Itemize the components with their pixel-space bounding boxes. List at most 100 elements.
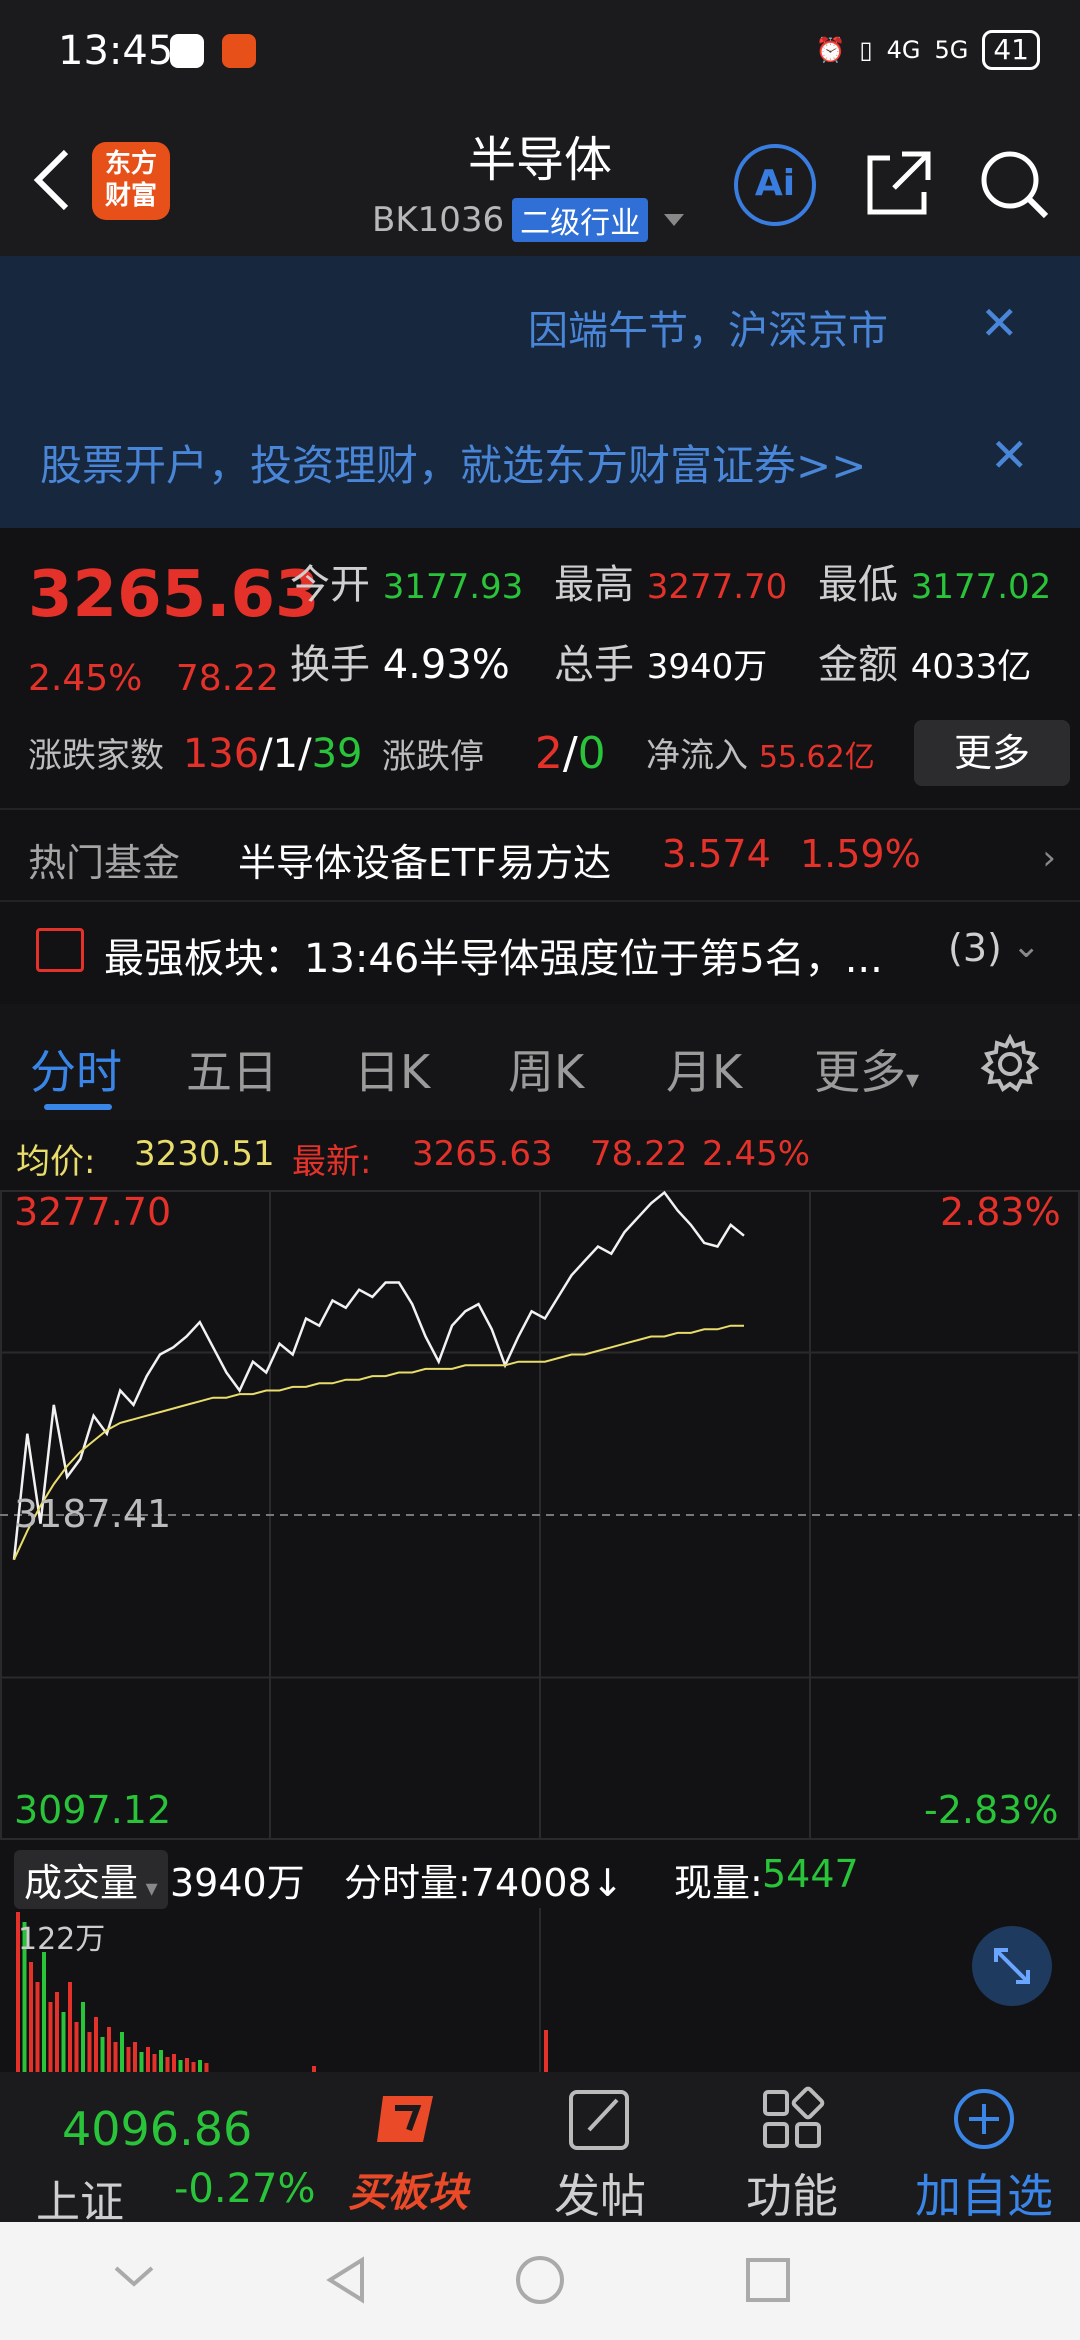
high-label: 最高: [554, 562, 634, 608]
volume-selector[interactable]: 成交量 ▾: [14, 1850, 168, 1909]
volume-bar: [68, 1982, 72, 2072]
volume-bar: [87, 2032, 92, 2072]
ai-button[interactable]: Ai: [734, 144, 816, 226]
latest-value: 3265.63: [412, 1134, 553, 1174]
tab-daily-k[interactable]: 日K: [354, 1036, 430, 1102]
volume-bar: [139, 2052, 144, 2072]
volume-bar: [204, 2063, 209, 2072]
share-icon[interactable]: [860, 146, 936, 222]
volume-label: 总手: [554, 642, 634, 688]
signal-2: 5G: [934, 36, 969, 64]
bottom-nav: 4096.86 上证 -0.27% 买板块 发帖 功能 加自选: [0, 2072, 1080, 2228]
buy-sector-label: 买板块: [348, 2170, 468, 2216]
add-watchlist-label: 加自选: [915, 2169, 1053, 2223]
low-cell: 最低 3177.02: [818, 552, 1051, 610]
avatar-notification-icon: [170, 34, 204, 68]
volume-total: 3940万: [170, 1861, 305, 1905]
more-button[interactable]: 更多: [914, 720, 1070, 786]
post-button[interactable]: 发帖: [520, 2086, 680, 2226]
change-pct: 2.45%: [28, 658, 143, 699]
close-icon[interactable]: ✕: [980, 296, 1019, 350]
y-axis-bottom: 3097.12: [14, 1788, 172, 1832]
high-cell: 最高 3277.70: [554, 552, 787, 610]
latest-label: 最新:: [292, 1142, 372, 1182]
volume-bar: [29, 1962, 33, 2072]
open-label: 今开: [290, 562, 370, 608]
tick-volume: 分时量:74008↓: [344, 1861, 624, 1905]
volume-bar: [35, 1982, 40, 2072]
close-icon[interactable]: ✕: [990, 428, 1029, 482]
avg-label: 均价:: [16, 1142, 96, 1182]
edit-icon: [569, 2090, 629, 2150]
volume-bar: [55, 1992, 59, 2072]
nav-home-icon: [516, 2256, 564, 2304]
chevron-right-icon: ›: [1042, 838, 1056, 878]
volume-bar: [61, 2012, 66, 2072]
index-pct: -0.27%: [174, 2166, 316, 2212]
flat-count: 1: [272, 731, 299, 777]
add-watchlist-button[interactable]: 加自选: [904, 2086, 1064, 2226]
turnover-label: 换手: [290, 642, 370, 688]
tab-weekly-k[interactable]: 周K: [508, 1036, 584, 1102]
inflow-label: 净流入: [646, 736, 748, 776]
signal-1: 4G: [886, 36, 921, 64]
functions-button[interactable]: 功能: [712, 2086, 872, 2226]
strong-sector-count: (3): [948, 926, 1002, 970]
open-value: 3177.93: [382, 567, 524, 607]
price-change: 2.45% 78.22: [28, 658, 279, 699]
latest-abs: 78.22: [590, 1134, 688, 1174]
caret-down-icon: ▾: [906, 1065, 920, 1095]
intraday-chart[interactable]: 3277.70 2.83% 3187.41 3097.12 -2.83%: [0, 1190, 1080, 1840]
tab-five-day[interactable]: 五日: [186, 1036, 278, 1102]
tab-underline: [44, 1104, 112, 1110]
volume-bar: [107, 2027, 111, 2072]
header: 东方 财富 半导体 BK1036 二级行业 Ai: [0, 100, 1080, 256]
volume-header: 成交量 ▾ 3940万 分时量:74008↓ 现量: 5447: [0, 1842, 1080, 1909]
functions-label: 功能: [746, 2169, 838, 2223]
volume-label: 成交量: [24, 1861, 139, 1905]
ad-notice[interactable]: 股票开户，投资理财，就选东方财富证券>>: [40, 432, 866, 493]
volume-bar: [544, 2030, 548, 2072]
volume-axis-max: 122万: [18, 1922, 106, 1957]
volume-chart: 122万: [0, 1908, 1080, 2072]
volume-bar: [113, 2042, 118, 2072]
pct-axis-top: 2.83%: [940, 1190, 1061, 1234]
add-circle-icon: [954, 2089, 1014, 2149]
buy-sector-button[interactable]: 买板块: [328, 2086, 488, 2218]
volume-value: 3940万: [646, 647, 768, 687]
tab-more[interactable]: 更多▾: [814, 1036, 919, 1102]
industry-tag: 二级行业: [512, 198, 649, 242]
down-count: 39: [311, 731, 363, 777]
gear-icon[interactable]: [980, 1034, 1040, 1094]
subtitle-row[interactable]: BK1036 二级行业: [372, 198, 685, 242]
limit-cell: 涨跌停 2/0: [382, 728, 606, 779]
buy-sector-icon: [377, 2096, 433, 2142]
volume-svg: [16, 1908, 548, 2072]
hot-fund-row[interactable]: 热门基金 半导体设备ETF易方达 3.574 1.59% ›: [0, 808, 1080, 900]
status-app-icons: [170, 34, 256, 68]
volume-bar: [172, 2054, 176, 2072]
quote-panel: 3265.63 2.45% 78.22 今开 3177.93 最高 3277.7…: [0, 528, 1080, 808]
fund-label: 热门基金: [28, 841, 181, 885]
volume-bar: [42, 1952, 46, 2072]
nav-recents-icon: [746, 2258, 790, 2302]
volume-bar: [165, 2057, 170, 2072]
fund-price: 3.574: [662, 832, 771, 876]
volume-bar: [48, 2002, 53, 2072]
strong-sector-row[interactable]: 最强板块：13:46半导体强度位于第5名，... (3) ⌄: [0, 900, 1080, 1000]
volume-bar: [152, 2054, 157, 2072]
holiday-notice[interactable]: 因端午节，沪深京市: [528, 298, 888, 356]
search-icon[interactable]: [976, 146, 1052, 222]
index-name: 上证: [36, 2177, 124, 2228]
turnover-value: 4.93%: [382, 642, 510, 688]
alarm-icon: ⏰: [815, 36, 846, 64]
volume-bar: [126, 2047, 131, 2072]
volume-bar: [178, 2060, 183, 2072]
limit-up: 2: [534, 728, 563, 779]
tab-monthly-k[interactable]: 月K: [666, 1036, 742, 1102]
caret-down-icon: ▾: [138, 1874, 158, 1902]
chevron-down-icon: ⌄: [1012, 926, 1041, 966]
tab-intraday[interactable]: 分时: [30, 1036, 122, 1102]
notice-banner: 因端午节，沪深京市 ✕ 股票开户，投资理财，就选东方财富证券>> ✕: [0, 256, 1080, 528]
expand-icon[interactable]: [972, 1926, 1052, 2006]
